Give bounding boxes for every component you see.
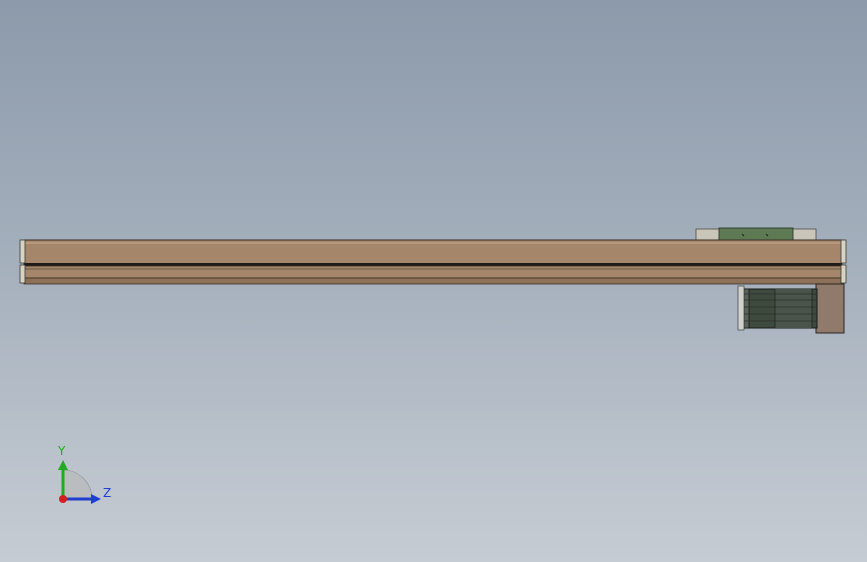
- x-axis-dot: [59, 495, 67, 503]
- triad-quarter-disc: [62, 469, 93, 500]
- reference-triad: Y Z: [57, 444, 111, 504]
- carriage-plate: [718, 227, 794, 241]
- right-end-cap[interactable]: [840, 239, 847, 284]
- rail-body[interactable]: [23, 239, 843, 285]
- y-axis-label: Y: [57, 444, 66, 458]
- linear-actuator-model[interactable]: [19, 227, 847, 334]
- z-axis-label: Z: [103, 486, 111, 500]
- carriage-block[interactable]: [695, 227, 817, 241]
- left-end-cap[interactable]: [19, 239, 26, 284]
- y-axis-arrow: [58, 460, 68, 470]
- stepper-motor[interactable]: [737, 285, 818, 331]
- z-axis-arrow: [91, 494, 101, 504]
- motor-mount-plate[interactable]: [815, 283, 845, 334]
- graphics-viewport[interactable]: Y Z: [0, 0, 867, 562]
